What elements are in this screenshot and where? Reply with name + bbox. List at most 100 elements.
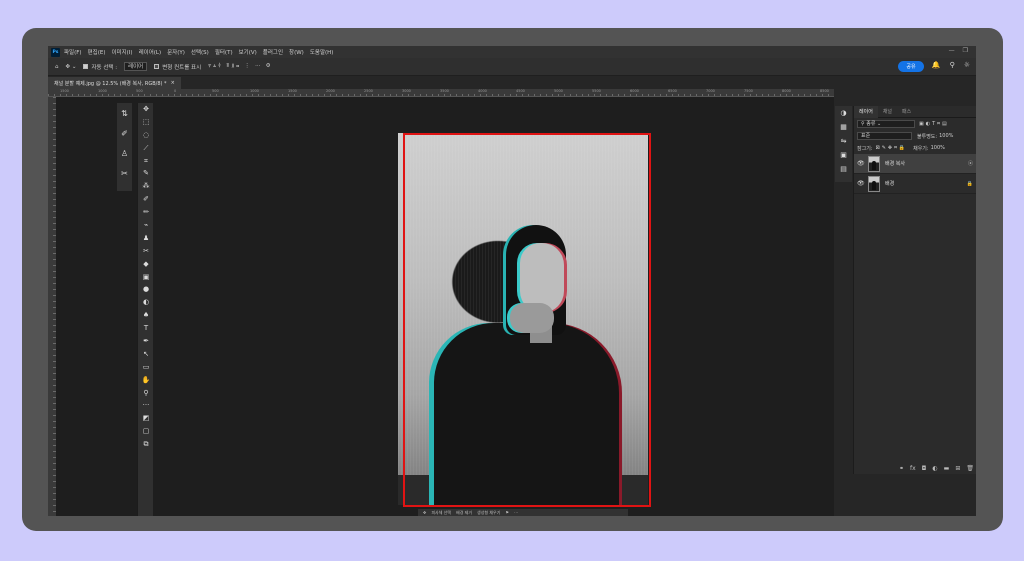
libraries-icon[interactable]: ▦ (835, 120, 852, 134)
align-icons[interactable]: ⫧ ⫨ ⫩ ⫪ ⫫ ⫬ ⋮ ··· ⚙ (208, 63, 270, 70)
marquee-tool-icon[interactable]: ⬚ (138, 116, 154, 129)
window-controls: — ❐ (949, 47, 968, 54)
mask-icon[interactable]: ◘ (922, 465, 927, 472)
link-icon[interactable]: ⚭ (899, 465, 904, 472)
eyedropper-tool-icon[interactable]: ⁂ (138, 180, 154, 193)
healing-tool-icon[interactable]: ✐ (138, 193, 154, 206)
options-bar: ⌂ ✥ ⌄ 자동 선택 : 레이어 변형 컨트롤 표시 ⫧ ⫨ ⫩ ⫪ ⫫ ⫬ … (48, 58, 976, 76)
blend-mode-dropdown[interactable]: 표준 (857, 132, 912, 140)
adjustment-layer-icon[interactable]: ◐ (932, 465, 937, 472)
menu-filter[interactable]: 필터(T) (215, 48, 233, 56)
document-tab[interactable]: 채널 분할 예제.jpg @ 12.5% (배경 복사, RGB/8) * × (48, 77, 181, 89)
brush-tool-icon[interactable]: ✏ (138, 206, 154, 219)
layer-row-background[interactable]: 👁 배경 🔒 (854, 174, 976, 194)
filter-icons[interactable]: ▣◐T⌗▤ (919, 121, 949, 127)
color-swatch-tool-icon[interactable]: ◩ (138, 412, 154, 425)
panel-tabs: 레이어 채널 패스 (854, 105, 976, 118)
generative-fill-button[interactable]: 생성형 채우기 (477, 510, 500, 516)
clone-stamp-tool-icon[interactable]: ⌁ (138, 219, 154, 232)
brightness-icon[interactable]: ☼ (964, 61, 970, 69)
path-select-tool-icon[interactable]: ↖ (138, 348, 154, 361)
ruler-tick-label: 1500 (288, 89, 297, 93)
minimize-icon[interactable]: — (949, 47, 955, 54)
opacity-value[interactable]: 100% (939, 133, 953, 139)
screen-mode-tool-icon[interactable]: ⧉ (138, 438, 154, 451)
properties-icon[interactable]: ⇋ (835, 134, 852, 148)
ruler-tick-label: 6000 (630, 89, 639, 93)
eye-icon[interactable]: 👁 (857, 160, 865, 167)
move-tool-icon[interactable]: ✥ ⌄ (66, 64, 77, 70)
pen-tool-icon[interactable]: ✒ (138, 335, 154, 348)
adjustments-icon[interactable]: ◑ (835, 106, 852, 120)
tool-presets-icon[interactable]: ✂ (117, 163, 132, 183)
remove-background-button[interactable]: 배경 제거 (456, 510, 472, 516)
tab-channels[interactable]: 채널 (878, 106, 897, 118)
fill-value[interactable]: 100% (931, 145, 945, 151)
lock-row: 잠그기: ⊠✎✥⌗🔒 채우기: 100% (854, 142, 976, 154)
ruler-tick-label: 7500 (744, 89, 753, 93)
ps-logo: Ps (51, 47, 60, 57)
select-subject-button[interactable]: 피사체 선택 (431, 510, 451, 516)
ruler-tick-label: 7000 (706, 89, 715, 93)
tab-paths[interactable]: 패스 (897, 106, 916, 118)
close-icon[interactable]: × (171, 80, 175, 86)
layer-filter-dropdown[interactable]: ⚲ 종류 ⌄ (857, 120, 915, 128)
menu-file[interactable]: 파일(F) (64, 48, 82, 56)
menu-layer[interactable]: 레이어(L) (139, 48, 162, 56)
bell-icon[interactable]: 🔔 (932, 61, 941, 69)
channels-icon[interactable]: ▤ (835, 162, 852, 176)
rectangle-tool-icon[interactable]: ▭ (138, 361, 154, 374)
eye-icon[interactable]: 👁 (857, 180, 865, 187)
new-layer-icon[interactable]: ⊞ (955, 465, 960, 472)
object-select-tool-icon[interactable]: ⟋ (138, 142, 154, 155)
gradient-tool-icon[interactable]: ◆ (138, 258, 154, 271)
trash-icon[interactable]: 🗑 (966, 465, 974, 472)
move-icon[interactable]: ✥ (423, 510, 426, 515)
menu-help[interactable]: 도움말(H) (310, 48, 334, 56)
crop-tool-icon[interactable]: ⌗ (138, 155, 154, 168)
history-brush-tool-icon[interactable]: ♟ (138, 232, 154, 245)
move-tool-icon[interactable]: ✥ (138, 103, 154, 116)
zoom-tool-icon[interactable]: ⚲ (138, 387, 154, 400)
blur-tool-icon[interactable]: ▣ (138, 271, 154, 284)
quick-mask-tool-icon[interactable]: ▢ (138, 425, 154, 438)
auto-select-checkbox[interactable]: 자동 선택 : (83, 63, 117, 71)
menu-window[interactable]: 창(W) (289, 48, 304, 56)
more-tool-icon[interactable]: ··· (138, 399, 154, 412)
menu-type[interactable]: 문자(Y) (167, 48, 185, 56)
menu-edit[interactable]: 편집(E) (88, 48, 106, 56)
history-icon[interactable]: ⇅ (117, 103, 132, 123)
swatches-icon[interactable]: ▣ (835, 148, 852, 162)
clone-source-icon[interactable]: ♙ (117, 143, 132, 163)
ruler-tick-label: 2000 (326, 89, 335, 93)
share-button[interactable]: 공유 (898, 61, 924, 72)
ruler-tick-label: 1000 (98, 89, 107, 93)
frame-tool-icon[interactable]: ✎ (138, 167, 154, 180)
tab-layers[interactable]: 레이어 (854, 105, 878, 118)
auto-select-dropdown[interactable]: 레이어 (124, 62, 148, 71)
menu-select[interactable]: 선택(S) (191, 48, 209, 56)
flag-icon[interactable]: ⚑ (505, 510, 509, 515)
search-icon[interactable]: ⚲ (950, 61, 955, 69)
shape-tool-icon[interactable]: ♠ (138, 309, 154, 322)
home-icon[interactable]: ⌂ (55, 64, 59, 70)
pen-fill-tool-icon[interactable]: ◐ (138, 296, 154, 309)
more-icon[interactable]: ⋯ (514, 510, 518, 515)
restore-icon[interactable]: ❐ (963, 47, 968, 54)
menu-plugins[interactable]: 플러그인 (263, 48, 283, 56)
layer-row-background-copy[interactable]: 👁 배경 복사 ⦿ (854, 154, 976, 174)
brush-settings-icon[interactable]: ✐ (117, 123, 132, 143)
transform-controls-checkbox[interactable]: 변형 컨트롤 표시 (154, 63, 201, 71)
hand-tool-icon[interactable]: ✋ (138, 374, 154, 387)
dodge-tool-icon[interactable]: ● (138, 283, 154, 296)
group-icon[interactable]: ▬ (944, 465, 950, 472)
lock-icons[interactable]: ⊠✎✥⌗🔒 (876, 145, 908, 151)
type-tool-icon[interactable]: T (138, 322, 154, 335)
menu-view[interactable]: 보기(V) (239, 48, 257, 56)
lasso-tool-icon[interactable]: ◌ (138, 129, 154, 142)
eraser-tool-icon[interactable]: ✂ (138, 245, 154, 258)
checkbox-icon (154, 64, 160, 69)
menu-image[interactable]: 이미지(I) (111, 48, 132, 56)
ruler-tick-label: 1500 (60, 89, 69, 93)
fx-icon[interactable]: fx (910, 465, 916, 472)
